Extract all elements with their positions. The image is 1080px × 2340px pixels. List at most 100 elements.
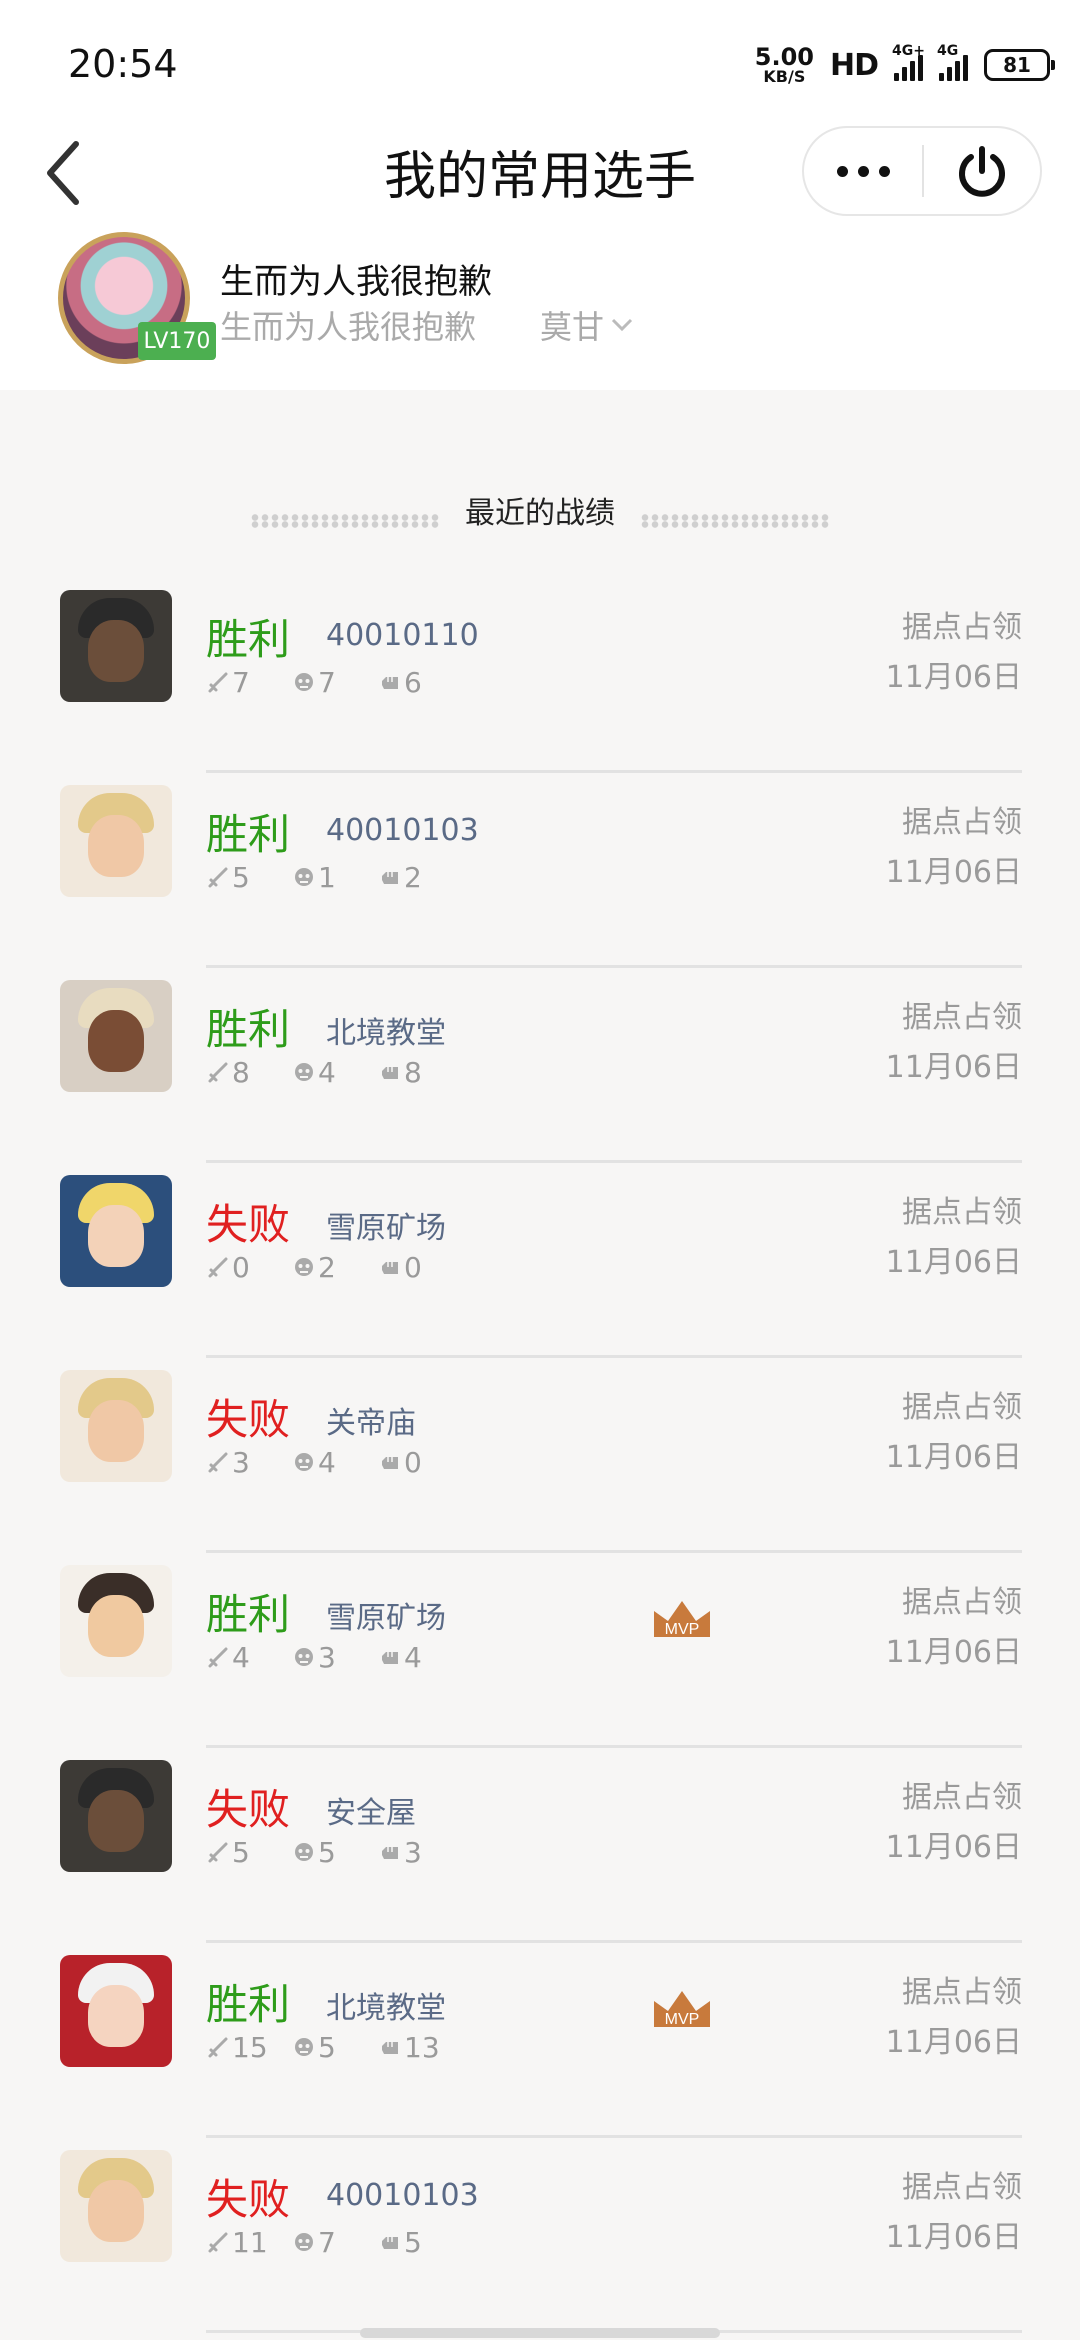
hero-avatar	[60, 1370, 172, 1482]
home-indicator	[360, 2328, 720, 2338]
sword-icon	[208, 1647, 228, 1667]
list-item[interactable]: 失败 40010103 11 7 5 据点占领 11月06日	[0, 2138, 1080, 2333]
fist-icon	[382, 1066, 398, 1079]
server-selector[interactable]: 莫甘	[540, 302, 634, 348]
network-speed-unit: KB/S	[763, 67, 806, 86]
game-mode: 据点占领	[902, 2170, 1022, 2205]
player-profile: LV170 生而为人我很抱歉 生而为人我很抱歉 莫甘	[0, 228, 1080, 390]
hero-avatar	[60, 1955, 172, 2067]
deaths-stat: 3	[292, 1641, 378, 1674]
fist-icon	[382, 1846, 398, 1859]
assists-value: 3	[404, 1836, 422, 1869]
list-item[interactable]: 胜利 雪原矿场 4 3 4 MVP 据点占领 11月06日	[0, 1553, 1080, 1748]
assists-stat: 13	[378, 2031, 464, 2064]
list-item[interactable]: 失败 关帝庙 3 4 0 据点占领 11月06日	[0, 1358, 1080, 1553]
skull-icon	[295, 2232, 313, 2251]
kills-stat: 15	[206, 2031, 292, 2064]
kills-stat: 0	[206, 1251, 292, 1284]
assists-stat: 5	[378, 2226, 464, 2259]
more-button[interactable]	[804, 128, 922, 214]
kills-value: 3	[232, 1446, 250, 1479]
close-button[interactable]	[924, 128, 1040, 214]
match-result: 失败	[206, 1395, 291, 1444]
skull-icon	[295, 867, 313, 886]
status-time: 20:54	[68, 42, 178, 86]
match-date: 11月06日	[885, 660, 1022, 695]
mini-program-capsule	[802, 126, 1042, 216]
match-date: 11月06日	[885, 855, 1022, 890]
game-mode: 据点占领	[902, 1585, 1022, 1620]
sword-icon	[208, 2232, 228, 2252]
list-item[interactable]: 胜利 40010110 7 7 6 据点占领 11月06日	[0, 578, 1080, 773]
match-result: 失败	[206, 1200, 291, 1249]
assists-stat: 0	[378, 1446, 464, 1479]
hd-indicator: HD	[829, 47, 879, 83]
list-item[interactable]: 胜利 北境教堂 15 5 13 MVP 据点占领 11月06日	[0, 1943, 1080, 2138]
deaths-stat: 2	[292, 1251, 378, 1284]
match-date: 11月06日	[885, 1635, 1022, 1670]
assists-value: 0	[404, 1251, 422, 1284]
crown-icon: MVP	[654, 1601, 710, 1638]
more-dots-icon	[836, 165, 848, 177]
assists-stat: 4	[378, 1641, 464, 1674]
skull-icon	[295, 1257, 313, 1276]
list-item[interactable]: 胜利 北境教堂 8 4 8 据点占领 11月06日	[0, 968, 1080, 1163]
deaths-value: 5	[318, 2031, 336, 2064]
network-speed-value: 5.00	[754, 43, 814, 71]
signal-icon: 4G	[937, 43, 968, 81]
kills-stat: 3	[206, 1446, 292, 1479]
status-bar: 20:54 5.00 KB/S HD 4G+ 4G 81	[0, 0, 1080, 120]
assists-value: 2	[404, 861, 422, 894]
match-map: 40010103	[326, 2178, 479, 2213]
kills-value: 4	[232, 1641, 250, 1674]
game-mode: 据点占领	[902, 1000, 1022, 1035]
heading-decoration	[250, 514, 440, 528]
kda-stats: 15 5 13	[206, 2031, 464, 2064]
level-badge: LV170	[138, 322, 216, 360]
match-result: 失败	[206, 1785, 291, 1834]
list-item[interactable]: 失败 雪原矿场 0 2 0 据点占领 11月06日	[0, 1163, 1080, 1358]
match-date: 11月06日	[885, 2025, 1022, 2060]
kills-value: 5	[232, 861, 250, 894]
player-name: 生而为人我很抱歉	[220, 262, 492, 302]
deaths-stat: 4	[292, 1446, 378, 1479]
battery-level: 81	[1003, 53, 1031, 77]
match-result: 胜利	[206, 1980, 291, 2029]
section-heading: 最近的战绩	[0, 488, 1080, 532]
deaths-value: 4	[318, 1056, 336, 1089]
sword-icon	[208, 1062, 228, 1082]
hero-avatar	[60, 1175, 172, 1287]
signal-label: 4G	[937, 43, 959, 59]
signal-label: 4G+	[892, 43, 925, 59]
match-map: 雪原矿场	[326, 1601, 446, 1636]
assists-value: 6	[404, 666, 422, 699]
match-date: 11月06日	[885, 1245, 1022, 1280]
hero-avatar	[60, 1565, 172, 1677]
hero-avatar	[60, 1760, 172, 1872]
sword-icon	[208, 1452, 228, 1472]
match-map: 40010103	[326, 813, 479, 848]
list-item[interactable]: 胜利 40010103 5 1 2 据点占领 11月06日	[0, 773, 1080, 968]
fist-icon	[382, 2236, 398, 2249]
mvp-label: MVP	[665, 2011, 700, 2028]
deaths-value: 5	[318, 1836, 336, 1869]
match-date: 11月06日	[885, 1440, 1022, 1475]
kills-stat: 8	[206, 1056, 292, 1089]
game-mode: 据点占领	[902, 805, 1022, 840]
deaths-stat: 1	[292, 861, 378, 894]
kda-stats: 4 3 4	[206, 1641, 464, 1674]
match-map: 北境教堂	[326, 1016, 446, 1051]
deaths-stat: 7	[292, 666, 378, 699]
status-icons: 5.00 KB/S HD 4G+ 4G 81	[754, 40, 1055, 90]
match-result: 胜利	[206, 1005, 291, 1054]
sword-icon	[208, 1257, 228, 1277]
match-record-list: 胜利 40010110 7 7 6 据点占领 11月06日 胜利 4001010…	[0, 578, 1080, 2333]
player-role-name: 生而为人我很抱歉	[220, 308, 477, 346]
kills-value: 8	[232, 1056, 250, 1089]
assists-value: 0	[404, 1446, 422, 1479]
list-item[interactable]: 失败 安全屋 5 5 3 据点占领 11月06日	[0, 1748, 1080, 1943]
deaths-stat: 7	[292, 2226, 378, 2259]
match-result: 胜利	[206, 615, 291, 664]
deaths-value: 2	[318, 1251, 336, 1284]
kills-stat: 7	[206, 666, 292, 699]
